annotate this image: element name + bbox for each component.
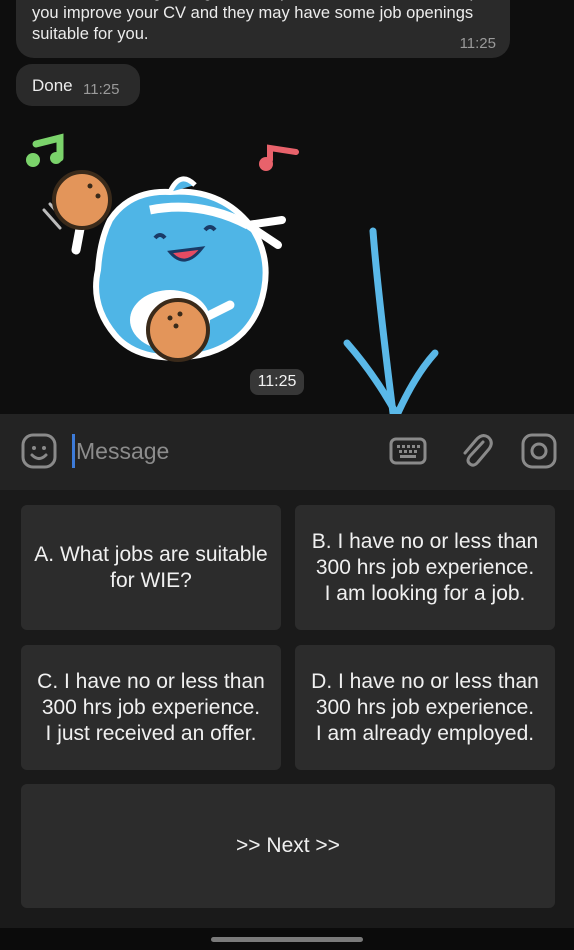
message-text: You are encouraged to get the help from …: [32, 0, 479, 43]
keyboard-icon[interactable]: [388, 434, 428, 468]
music-note-icon: [26, 133, 64, 167]
chat-area: You are encouraged to get the help from …: [0, 0, 574, 414]
sticker-time: 11:25: [250, 369, 304, 395]
reply-button-a[interactable]: A. What jobs are suitable for WIE?: [21, 505, 281, 630]
message-time: 11:25: [459, 35, 496, 52]
cat-sticker-icon[interactable]: [20, 130, 320, 380]
message-text: Done: [32, 76, 73, 95]
reply-button-b[interactable]: B. I have no or less than 300 hrs job ex…: [295, 505, 555, 630]
reply-button-d[interactable]: D. I have no or less than 300 hrs job ex…: [295, 645, 555, 770]
message-bubble[interactable]: You are encouraged to get the help from …: [16, 0, 510, 58]
message-bubble[interactable]: Done 11:25: [16, 64, 140, 106]
emoji-icon[interactable]: [20, 432, 58, 470]
next-button[interactable]: >> Next >>: [21, 784, 555, 908]
message-time: 11:25: [83, 81, 120, 98]
arrow-down-icon: [343, 227, 439, 414]
music-note-icon: [259, 144, 299, 171]
message-input[interactable]: [76, 430, 356, 472]
message-composer: [0, 414, 574, 490]
reply-button-c[interactable]: C. I have no or less than 300 hrs job ex…: [21, 645, 281, 770]
home-indicator[interactable]: [211, 937, 363, 942]
attach-icon[interactable]: [457, 432, 495, 470]
text-caret: [72, 434, 75, 468]
camera-icon[interactable]: [520, 432, 558, 470]
quick-reply-panel: A. What jobs are suitable for WIE? B. I …: [0, 490, 574, 928]
